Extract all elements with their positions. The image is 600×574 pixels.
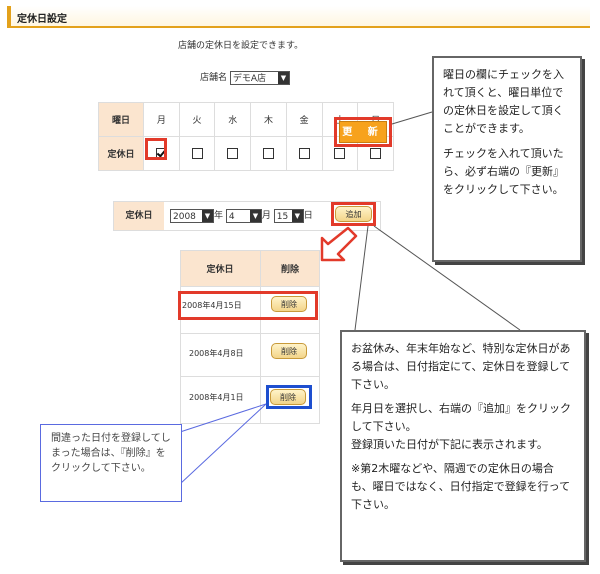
callout-date-help: お盆休み、年末年始など、特別な定休日がある場合は、日付指定にて、定休日を登録して… xyxy=(340,330,586,562)
connector-bottom-a xyxy=(354,225,369,331)
connector-top xyxy=(391,111,433,125)
callout-date-text-1: お盆休み、年末年始など、特別な定休日がある場合は、日付指定にて、定休日を登録して… xyxy=(351,342,571,391)
callout-weekday-text-2: チェックを入れて頂いたら、必ず右端の『更新』をクリックして下さい。 xyxy=(443,147,564,196)
connector-blue xyxy=(179,403,267,433)
callout-date-text-4: ※第2木曜などや、隔週での定休日の場合も、曜日ではなく、日付指定で登録を行って下… xyxy=(351,462,571,511)
callout-date-text-2: 年月日を選択し、右端の『追加』をクリックして下さい。 xyxy=(351,402,571,433)
callout-weekday-text-1: 曜日の欄にチェックを入れて頂くと、曜日単位での定休日を設定して頂くことができます… xyxy=(443,68,564,135)
callout-date-text-3: 登録頂いた日付が下記に表示されます。 xyxy=(351,438,548,451)
callout-weekday-help: 曜日の欄にチェックを入れて頂くと、曜日単位での定休日を設定して頂くことができます… xyxy=(432,56,582,262)
connector-blue-b xyxy=(179,403,267,485)
callout-delete-help: 間違った日付を登録してしまった場合は、『削除』をクリックして下さい。 xyxy=(40,424,182,502)
callout-delete-text: 間違った日付を登録してしまった場合は、『削除』をクリックして下さい。 xyxy=(51,433,171,474)
